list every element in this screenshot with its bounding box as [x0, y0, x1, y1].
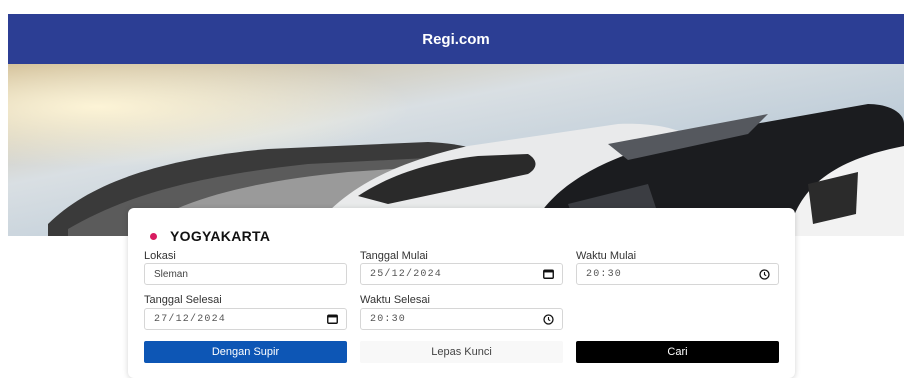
tanggal-selesai-value: 27/12/2024 [154, 313, 227, 325]
calendar-icon[interactable] [542, 268, 554, 280]
search-card: YOGYAKARTA Lokasi Tanggal Mulai Waktu Mu… [128, 208, 795, 378]
site-title: Regi.com [422, 30, 490, 48]
top-bar: Regi.com [8, 14, 904, 64]
waktu-mulai-value: 20:30 [586, 268, 623, 280]
tanggal-selesai-label: Tanggal Selesai [144, 294, 222, 306]
waktu-mulai-label: Waktu Mulai [576, 250, 637, 262]
tanggal-mulai-value: 25/12/2024 [370, 268, 443, 280]
brand-name: YOGYAKARTA [170, 228, 271, 244]
lokasi-input[interactable]: Sleman [144, 263, 347, 285]
waktu-selesai-input[interactable]: 20:30 [360, 308, 563, 330]
dengan-supir-button[interactable]: Dengan Supir [144, 341, 347, 363]
waktu-selesai-label: Waktu Selesai [360, 294, 430, 306]
calendar-icon[interactable] [326, 313, 338, 325]
brand: YOGYAKARTA [150, 228, 270, 244]
cari-button[interactable]: Cari [576, 341, 779, 363]
lokasi-value: Sleman [154, 268, 188, 280]
tanggal-mulai-label: Tanggal Mulai [360, 250, 428, 262]
lokasi-label: Lokasi [144, 250, 176, 262]
waktu-selesai-value: 20:30 [370, 313, 407, 325]
tanggal-mulai-input[interactable]: 25/12/2024 [360, 263, 563, 285]
clock-icon[interactable] [542, 313, 554, 325]
clock-icon[interactable] [758, 268, 770, 280]
waktu-mulai-input[interactable]: 20:30 [576, 263, 779, 285]
pink-dot-icon [150, 232, 157, 240]
lepas-kunci-button[interactable]: Lepas Kunci [360, 341, 563, 363]
tanggal-selesai-input[interactable]: 27/12/2024 [144, 308, 347, 330]
